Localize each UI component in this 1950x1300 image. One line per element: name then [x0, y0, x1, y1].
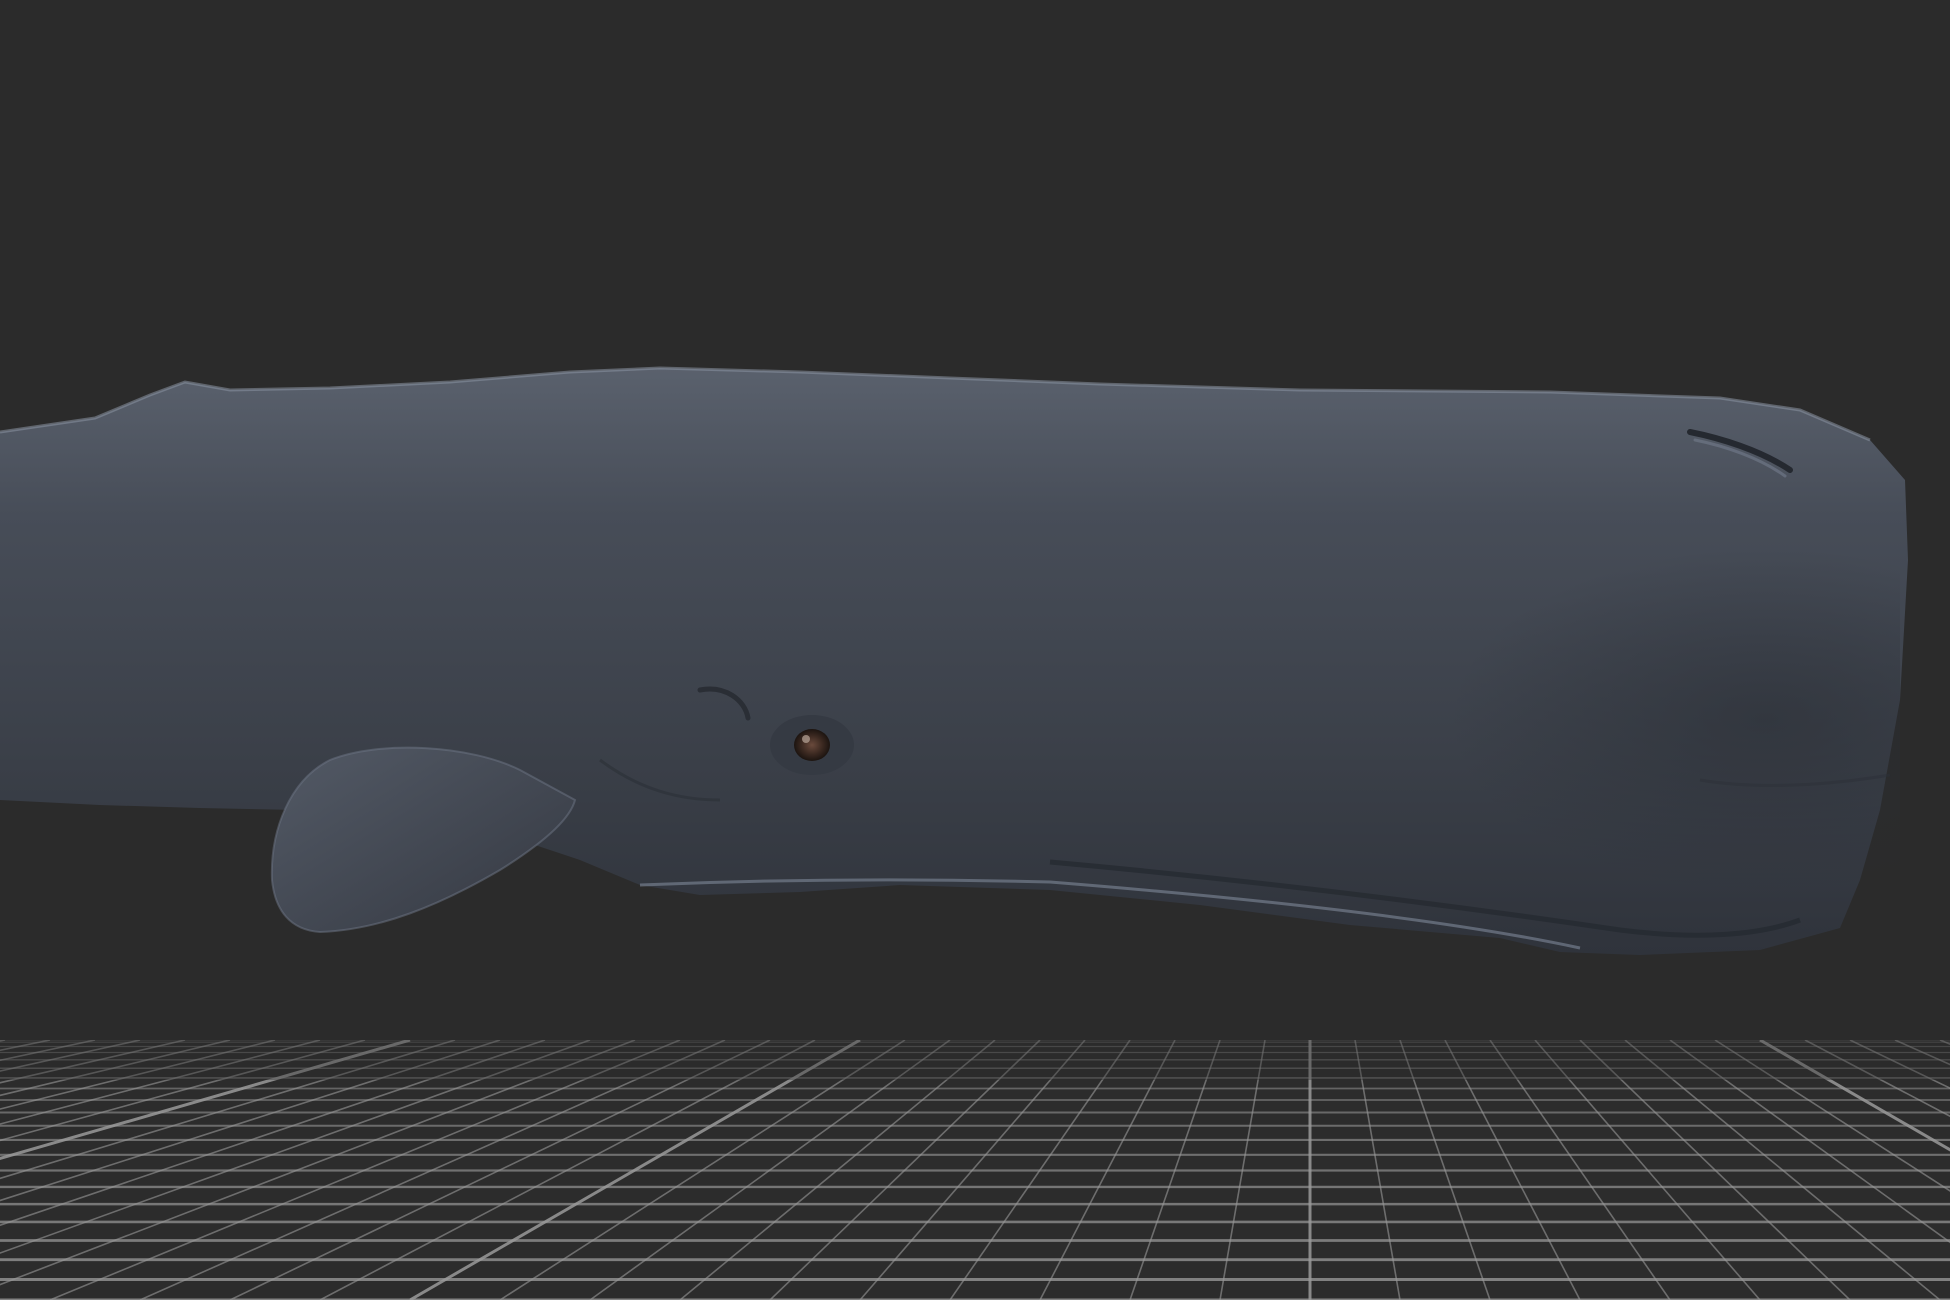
head-shading	[1000, 450, 1900, 940]
eye-glint	[802, 735, 810, 743]
3d-viewport[interactable]	[0, 0, 1950, 1300]
pectoral-fin	[270, 746, 577, 934]
horizon-fade	[0, 1040, 1950, 1080]
ground-grid	[0, 1040, 1950, 1300]
whale-model[interactable]	[0, 0, 1950, 1040]
eye-icon	[794, 729, 830, 761]
